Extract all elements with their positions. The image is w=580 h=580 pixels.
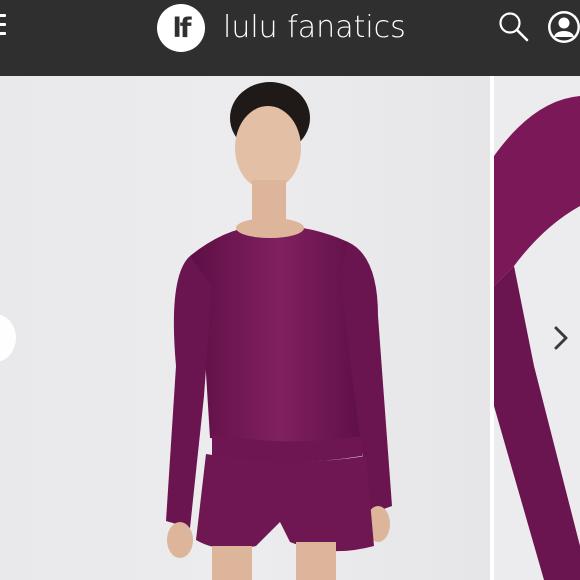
product-photo-main[interactable]: [0, 76, 490, 580]
model-illustration: [166, 82, 392, 580]
user-avatar-icon[interactable]: [546, 9, 580, 45]
menu-icon[interactable]: [0, 14, 8, 38]
logo-text: lf: [172, 12, 191, 44]
top-app-bar: lf lulu fanatics: [0, 0, 580, 76]
search-icon[interactable]: [498, 11, 530, 43]
brand-name: lulu fanatics: [223, 10, 406, 45]
brand-logo[interactable]: lf: [157, 4, 205, 52]
image-carousel[interactable]: [0, 76, 580, 580]
next-image-button[interactable]: [537, 314, 580, 362]
chevron-right-icon: [554, 326, 568, 350]
